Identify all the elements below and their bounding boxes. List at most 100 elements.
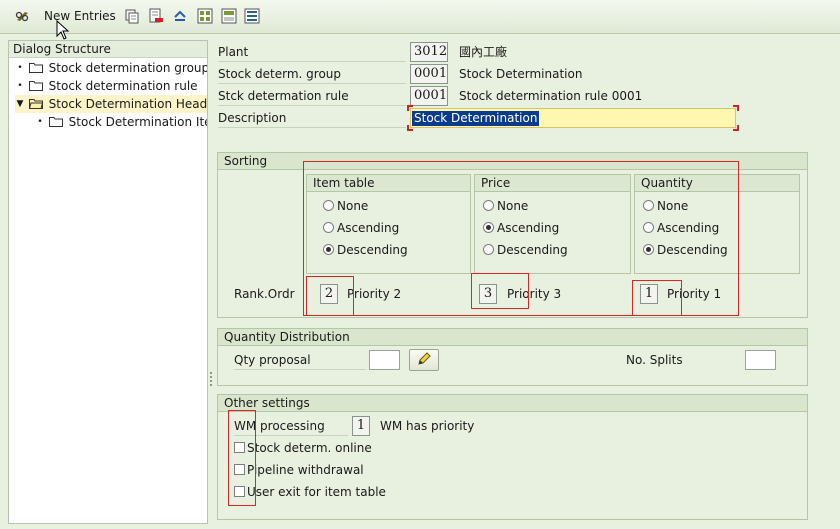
undo-icon[interactable] [172, 8, 188, 24]
highlight-corner [733, 105, 739, 111]
description-selected-text: Stock Determination [412, 111, 540, 126]
folder-icon [28, 78, 43, 91]
checkbox-label: User exit for item table [247, 485, 386, 499]
price-title: Price [475, 175, 630, 192]
quantity-radio-descending[interactable]: Descending [643, 241, 728, 259]
checkbox[interactable] [234, 464, 245, 475]
bullet-icon: • [17, 81, 23, 91]
select-all-icon[interactable] [197, 8, 213, 24]
other-settings-group: Other settings [217, 394, 808, 520]
new-entries-button[interactable]: New Entries [44, 9, 116, 23]
tree-item-stock-determination-rule[interactable]: • Stock determination rule [15, 77, 207, 95]
stock-determ-online-checkbox-row[interactable]: Stock determ. online [234, 439, 372, 457]
plant-description: 國內工廠 [459, 45, 508, 59]
stock-determ-group-field: 0001 [410, 64, 448, 84]
price-radio-descending[interactable]: Descending [483, 241, 568, 259]
radio-button[interactable] [643, 200, 654, 211]
radio-button[interactable] [483, 244, 494, 255]
radio-button-selected[interactable] [483, 222, 494, 233]
radio-label: None [657, 199, 689, 213]
checkbox[interactable] [234, 486, 245, 497]
edit-qty-proposal-button[interactable] [409, 349, 439, 371]
dialog-structure-panel: Dialog Structure • Stock determination g… [8, 40, 208, 524]
stock-determ-rule-description: Stock determination rule 0001 [459, 89, 643, 103]
copy-icon[interactable] [124, 8, 140, 24]
description-input[interactable]: Stock Determination [410, 108, 736, 128]
description-label: Description [218, 108, 406, 128]
radio-label: Ascending [657, 221, 720, 235]
highlight-corner [733, 125, 739, 131]
wm-processing-description: WM has priority [380, 419, 475, 433]
rank-order-label: Rank.Ordr [234, 287, 295, 301]
radio-label: None [337, 199, 369, 213]
mouse-pointer-icon [56, 19, 70, 40]
item-table-title: Item table [307, 175, 470, 192]
radio-button[interactable] [323, 200, 334, 211]
no-splits-label: No. Splits [626, 353, 683, 367]
open-folder-icon [28, 96, 43, 109]
checkbox-label: Pipeline withdrawal [247, 463, 364, 477]
tree-item-stock-determination-group[interactable]: • Stock determination group [15, 59, 207, 77]
folder-icon [48, 114, 63, 127]
price-priority-text: Priority 3 [507, 287, 562, 301]
tree-item-label: Stock Determination Item [68, 115, 207, 129]
price-radio-none[interactable]: None [483, 197, 528, 215]
delete-icon[interactable] [148, 8, 164, 24]
radio-button-selected[interactable] [643, 244, 654, 255]
quantity-radio-none[interactable]: None [643, 197, 688, 215]
quantity-title: Quantity [635, 175, 799, 192]
stock-determ-group-label: Stock determ. group [218, 64, 406, 84]
checkbox[interactable] [234, 442, 245, 453]
select-block-icon[interactable] [221, 8, 237, 24]
radio-label: None [497, 199, 529, 213]
qty-proposal-input[interactable] [369, 350, 400, 370]
plant-label: Plant [218, 42, 406, 62]
folder-icon [28, 60, 43, 73]
item-table-radio-ascending[interactable]: Ascending [323, 219, 399, 237]
quantity-rank-field[interactable]: 1 [640, 284, 658, 304]
expand-triangle-icon[interactable]: ▼ [15, 95, 25, 113]
radio-label: Descending [657, 243, 728, 257]
radio-button-selected[interactable] [323, 244, 334, 255]
radio-button[interactable] [483, 200, 494, 211]
item-table-priority-text: Priority 2 [347, 287, 402, 301]
wm-processing-label: WM processing [234, 416, 348, 436]
stock-determ-rule-label: Stck determation rule [218, 86, 406, 106]
stock-determ-group-description: Stock Determination [459, 67, 583, 81]
pipeline-withdrawal-checkbox-row[interactable]: Pipeline withdrawal [234, 461, 364, 479]
tree-item-label: Stock determination group [48, 61, 207, 75]
item-table-radio-none[interactable]: None [323, 197, 368, 215]
bullet-icon: • [17, 63, 23, 73]
highlight-corner [407, 105, 413, 111]
item-table-rank-field[interactable]: 2 [320, 284, 338, 304]
other-settings-title: Other settings [218, 395, 807, 412]
quantity-priority-text: Priority 1 [667, 287, 722, 301]
user-exit-checkbox-row[interactable]: User exit for item table [234, 483, 386, 501]
price-radio-ascending[interactable]: Ascending [483, 219, 559, 237]
radio-button[interactable] [643, 222, 654, 233]
radio-label: Ascending [337, 221, 400, 235]
price-rank-field[interactable]: 3 [479, 284, 497, 304]
radio-label: Descending [497, 243, 568, 257]
radio-button[interactable] [323, 222, 334, 233]
quantity-distribution-title: Quantity Distribution [218, 329, 807, 346]
pencil-icon [416, 351, 432, 370]
dialog-structure-header: Dialog Structure [9, 41, 207, 58]
application-toolbar: New Entries [0, 0, 840, 40]
tree-item-stock-determination-header[interactable]: ▼ Stock Determination Header [15, 95, 207, 113]
wm-processing-field[interactable]: 1 [352, 416, 370, 436]
tree-item-stock-determination-item[interactable]: • Stock Determination Item [35, 113, 207, 131]
panel-splitter-handle[interactable] [209, 370, 213, 388]
sorting-group-title: Sorting [218, 153, 807, 170]
tree-item-label: Stock Determination Header [48, 97, 207, 111]
item-table-radio-descending[interactable]: Descending [323, 241, 408, 259]
quantity-radio-ascending[interactable]: Ascending [643, 219, 719, 237]
bullet-icon: • [37, 117, 43, 127]
radio-label: Ascending [497, 221, 560, 235]
no-splits-input[interactable] [745, 350, 776, 370]
plant-field: 3012 [410, 42, 448, 62]
highlight-corner [407, 125, 413, 131]
glasses-icon[interactable] [15, 8, 31, 24]
tree-item-label: Stock determination rule [48, 79, 198, 93]
deselect-all-icon[interactable] [244, 8, 260, 24]
